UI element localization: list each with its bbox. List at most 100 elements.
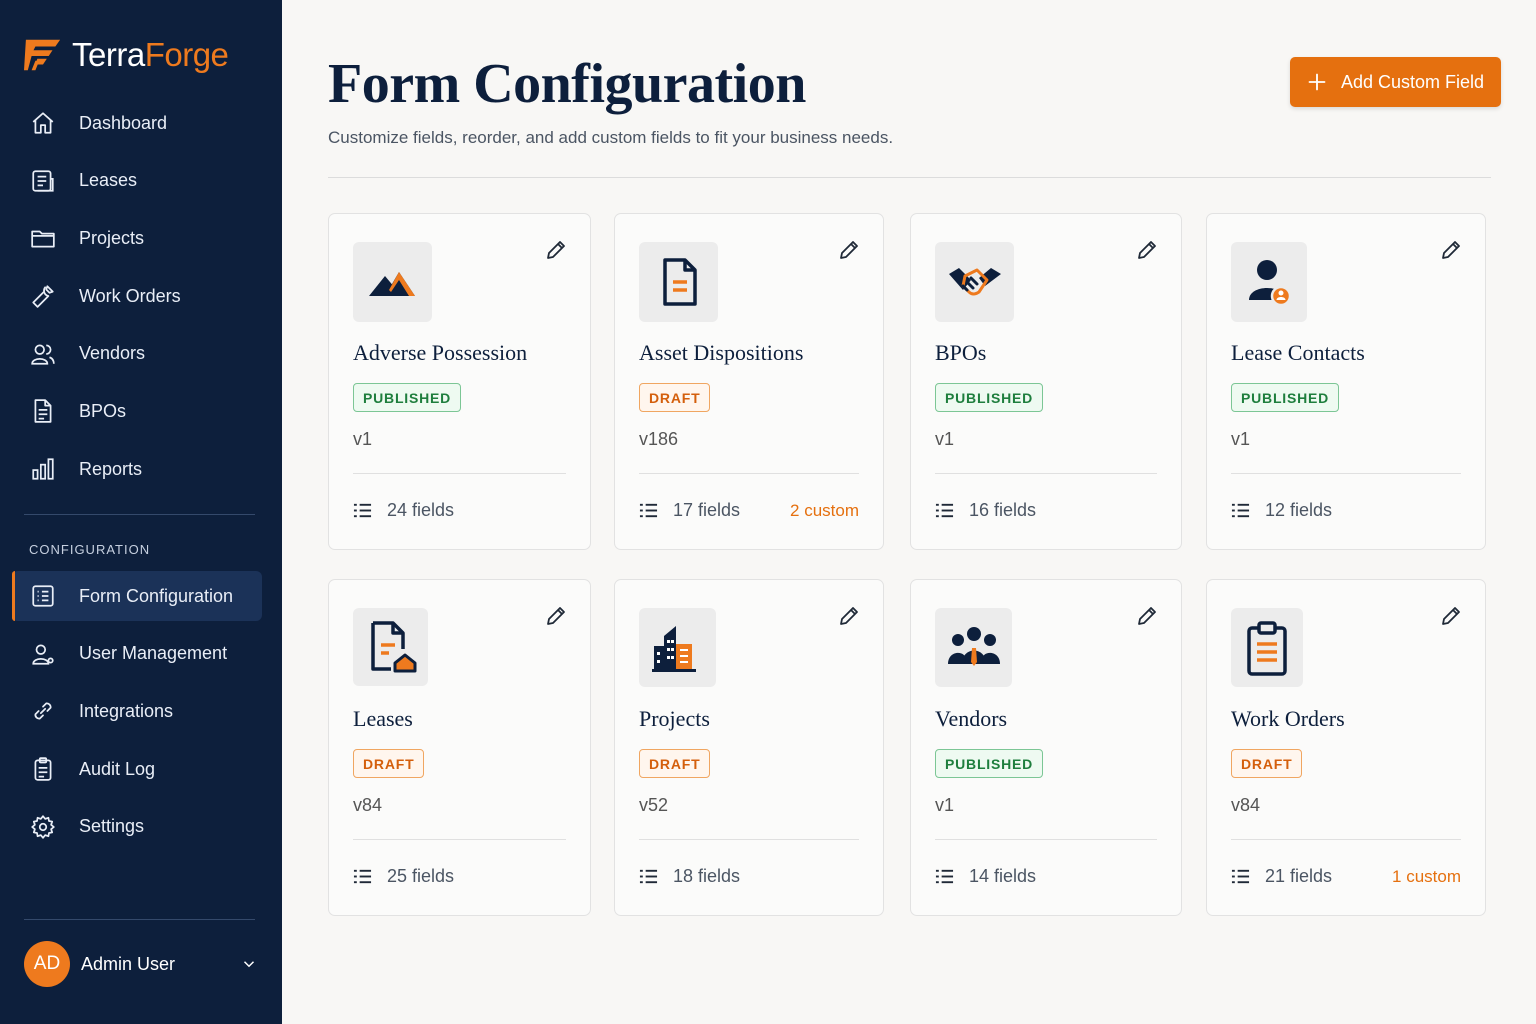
pencil-icon[interactable] bbox=[544, 238, 568, 262]
list-icon bbox=[1231, 503, 1250, 518]
sidebar-item-label: Audit Log bbox=[79, 758, 156, 779]
form-card-asset-dispositions[interactable]: Asset Dispositions DRAFT v186 17 fields … bbox=[614, 213, 884, 550]
sidebar-item-label: Work Orders bbox=[79, 285, 181, 306]
sidebar-item-settings[interactable]: Settings bbox=[12, 802, 262, 852]
handshake-icon bbox=[948, 268, 1001, 296]
field-count-label: 21 fields bbox=[1265, 866, 1333, 886]
sidebar-item-label: Integrations bbox=[79, 700, 174, 721]
pencil-icon[interactable] bbox=[1135, 238, 1159, 262]
field-count-label: 24 fields bbox=[387, 500, 455, 520]
status-badge: DRAFT bbox=[353, 749, 425, 778]
field-count: 16 fields bbox=[935, 500, 1036, 521]
chevron-down-icon[interactable] bbox=[240, 955, 258, 973]
sidebar-item-label: Reports bbox=[79, 458, 143, 479]
gear-icon bbox=[31, 815, 55, 839]
sidebar-item-reports[interactable]: Reports bbox=[12, 444, 262, 494]
list-icon bbox=[935, 869, 954, 884]
sidebar-item-work-orders[interactable]: Work Orders bbox=[12, 271, 262, 321]
sidebar-item-label: Settings bbox=[79, 816, 145, 837]
sidebar-item-label: Projects bbox=[79, 227, 145, 248]
list-icon bbox=[639, 869, 658, 884]
field-count-label: 14 fields bbox=[969, 866, 1037, 886]
sidebar-item-leases[interactable]: Leases bbox=[12, 156, 262, 206]
terraforge-logo-icon bbox=[24, 39, 61, 71]
form-icon-box bbox=[1231, 608, 1303, 687]
list-icon bbox=[1231, 869, 1250, 884]
form-card-adverse-possession[interactable]: Adverse Possession PUBLISHED v1 24 field… bbox=[328, 213, 591, 550]
form-name: Adverse Possession bbox=[353, 340, 528, 365]
form-list-icon bbox=[32, 585, 54, 607]
contact-icon bbox=[1249, 260, 1292, 307]
form-name: Asset Dispositions bbox=[639, 340, 804, 365]
leases-icon bbox=[32, 170, 54, 192]
field-count-label: 16 fields bbox=[969, 500, 1037, 520]
card-divider bbox=[935, 473, 1157, 474]
status-badge: DRAFT bbox=[639, 383, 711, 412]
custom-field-count: 2 custom bbox=[790, 501, 859, 520]
buildings-icon bbox=[651, 625, 696, 672]
card-divider bbox=[353, 839, 566, 840]
pencil-icon[interactable] bbox=[837, 238, 861, 262]
form-version: v1 bbox=[935, 795, 955, 815]
pencil-icon[interactable] bbox=[837, 604, 861, 628]
sidebar-item-user-management[interactable]: User Management bbox=[12, 629, 262, 679]
folder-icon bbox=[31, 231, 55, 248]
form-card-work-orders[interactable]: Work Orders DRAFT v84 21 fields 1 custom bbox=[1206, 579, 1486, 916]
field-count: 14 fields bbox=[935, 866, 1036, 887]
field-count: 17 fields bbox=[639, 500, 740, 521]
form-card-vendors[interactable]: Vendors PUBLISHED v1 14 fields bbox=[910, 579, 1182, 916]
user-management-icon bbox=[32, 644, 54, 665]
sidebar-item-projects[interactable]: Projects bbox=[12, 213, 262, 263]
pencil-icon[interactable] bbox=[1439, 238, 1463, 262]
main-nav: Dashboard Leases Projects Work Orders Ve… bbox=[12, 98, 262, 502]
sidebar-item-dashboard[interactable]: Dashboard bbox=[12, 98, 262, 148]
status-badge: DRAFT bbox=[1231, 749, 1303, 778]
card-divider bbox=[1231, 473, 1461, 474]
status-badge: PUBLISHED bbox=[1231, 383, 1340, 412]
document-icon bbox=[34, 399, 52, 424]
lease-house-icon bbox=[370, 621, 416, 673]
page-subtitle: Customize fields, reorder, and add custo… bbox=[328, 128, 894, 147]
form-name: BPOs bbox=[935, 340, 987, 365]
user-name: Admin User bbox=[81, 953, 176, 974]
pencil-icon[interactable] bbox=[1439, 604, 1463, 628]
form-icon-box bbox=[1231, 242, 1307, 322]
sidebar-item-label: Dashboard bbox=[79, 112, 168, 133]
form-card-bpos[interactable]: BPOs PUBLISHED v1 16 fields bbox=[910, 213, 1182, 550]
form-version: v84 bbox=[1231, 795, 1261, 815]
section-label: CONFIGURATION bbox=[29, 542, 151, 557]
sidebar: TerraForge Dashboard Leases Projects Wor… bbox=[0, 0, 282, 1024]
form-card-lease-contacts[interactable]: Lease Contacts PUBLISHED v1 12 fields bbox=[1206, 213, 1486, 550]
plus-icon bbox=[1308, 73, 1326, 91]
clipboard-icon bbox=[34, 757, 52, 781]
form-icon-box bbox=[935, 242, 1014, 322]
card-divider bbox=[935, 839, 1157, 840]
form-icon-box bbox=[935, 608, 1012, 687]
pencil-icon[interactable] bbox=[544, 604, 568, 628]
field-count: 12 fields bbox=[1231, 500, 1332, 521]
brand-logo[interactable]: TerraForge bbox=[24, 34, 229, 76]
form-icon-box bbox=[353, 608, 428, 686]
add-custom-field-label: Add Custom Field bbox=[1340, 71, 1485, 92]
sidebar-item-form-configuration[interactable]: Form Configuration bbox=[12, 571, 262, 621]
status-badge: DRAFT bbox=[639, 749, 711, 778]
form-card-projects[interactable]: Projects DRAFT v52 18 fields bbox=[614, 579, 884, 916]
form-name: Vendors bbox=[935, 706, 1008, 731]
mountain-icon bbox=[368, 272, 415, 296]
form-version: v1 bbox=[935, 429, 955, 449]
form-version: v84 bbox=[353, 795, 383, 815]
sidebar-item-integrations[interactable]: Integrations bbox=[12, 686, 262, 736]
user-menu[interactable]: AD Admin User bbox=[24, 940, 258, 988]
config-nav: Form Configuration User Management Integ… bbox=[12, 571, 262, 859]
clipboard-list-icon bbox=[1247, 620, 1287, 676]
sidebar-item-audit-log[interactable]: Audit Log bbox=[12, 744, 262, 794]
form-card-leases[interactable]: Leases DRAFT v84 25 fields bbox=[328, 579, 591, 916]
pencil-icon[interactable] bbox=[1135, 604, 1159, 628]
form-icon-box bbox=[353, 242, 432, 322]
form-name: Lease Contacts bbox=[1231, 340, 1365, 365]
sidebar-item-vendors[interactable]: Vendors bbox=[12, 329, 262, 379]
sidebar-item-bpos[interactable]: BPOs bbox=[12, 386, 262, 436]
field-count: 25 fields bbox=[353, 866, 454, 887]
sidebar-divider bbox=[24, 514, 255, 515]
add-custom-field-button[interactable]: Add Custom Field bbox=[1290, 57, 1501, 107]
